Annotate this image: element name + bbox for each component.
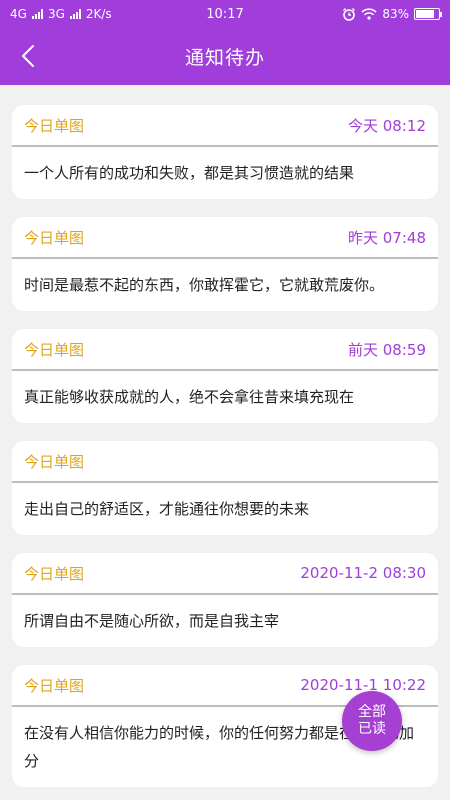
notification-text: 走出自己的舒适区，才能通往你想要的未来 [24, 500, 310, 518]
notification-source: 今日单图 [24, 228, 85, 247]
card-header: 今日单图 今天 08:12 [12, 105, 438, 147]
notification-source: 今日单图 [24, 116, 85, 135]
network-type-2: 3G [47, 7, 65, 21]
network-speed: 2K/s [85, 7, 112, 21]
notification-source: 今日单图 [24, 452, 85, 471]
notification-text: 真正能够收获成就的人，绝不会拿往昔来填充现在 [24, 388, 355, 406]
battery-fill [416, 10, 435, 18]
status-left: 4G 3G 2K/s [10, 7, 112, 21]
notification-source: 今日单图 [24, 676, 85, 695]
notification-time: 前天 08:59 [348, 340, 426, 359]
notification-card[interactable]: 今日单图 今天 08:12 一个人所有的成功和失败，都是其习惯造就的结果 [12, 105, 438, 199]
notification-source: 今日单图 [24, 564, 85, 583]
card-header: 今日单图 昨天 07:48 [12, 217, 438, 259]
back-button[interactable] [10, 36, 46, 76]
status-right: 83% [342, 7, 442, 21]
page-title: 通知待办 [184, 47, 265, 69]
notification-source: 今日单图 [24, 340, 85, 359]
notification-text: 一个人所有的成功和失败，都是其习惯造就的结果 [24, 164, 355, 182]
notification-card[interactable]: 今日单图 2020-11-2 08:30 所谓自由不是随心所欲，而是自我主宰 [12, 553, 438, 647]
notification-card[interactable]: 今日单图 走出自己的舒适区，才能通往你想要的未来 [12, 441, 438, 535]
notification-time: 今天 08:12 [348, 116, 426, 135]
status-bar: 4G 3G 2K/s 10:17 83% [0, 0, 450, 28]
signal-icon [69, 9, 81, 19]
clock: 10:17 [206, 6, 244, 22]
battery-icon [414, 8, 442, 20]
fab-label-line1: 全部 [358, 704, 386, 720]
battery-percent: 83% [382, 7, 409, 21]
card-header: 今日单图 2020-11-2 08:30 [12, 553, 438, 595]
wifi-icon [361, 8, 377, 20]
notification-time: 昨天 07:48 [348, 228, 426, 247]
notification-text: 时间是最惹不起的东西，你敢挥霍它，它就敢荒废你。 [24, 276, 385, 294]
signal-icon [31, 9, 43, 19]
fab-label-line2: 已读 [358, 721, 386, 737]
mark-all-read-button[interactable]: 全部 已读 [342, 691, 402, 751]
notification-card[interactable]: 今日单图 昨天 07:48 时间是最惹不起的东西，你敢挥霍它，它就敢荒废你。 [12, 217, 438, 311]
notification-card[interactable]: 今日单图 前天 08:59 真正能够收获成就的人，绝不会拿往昔来填充现在 [12, 329, 438, 423]
alarm-icon [343, 8, 356, 21]
card-header: 今日单图 前天 08:59 [12, 329, 438, 371]
network-type-1: 4G [10, 7, 27, 21]
card-header: 今日单图 [12, 441, 438, 483]
notification-time: 2020-11-2 08:30 [300, 564, 426, 582]
chevron-left-icon [22, 45, 34, 67]
notification-text: 所谓自由不是随心所欲，而是自我主宰 [24, 612, 280, 630]
nav-bar: 通知待办 [0, 28, 450, 85]
